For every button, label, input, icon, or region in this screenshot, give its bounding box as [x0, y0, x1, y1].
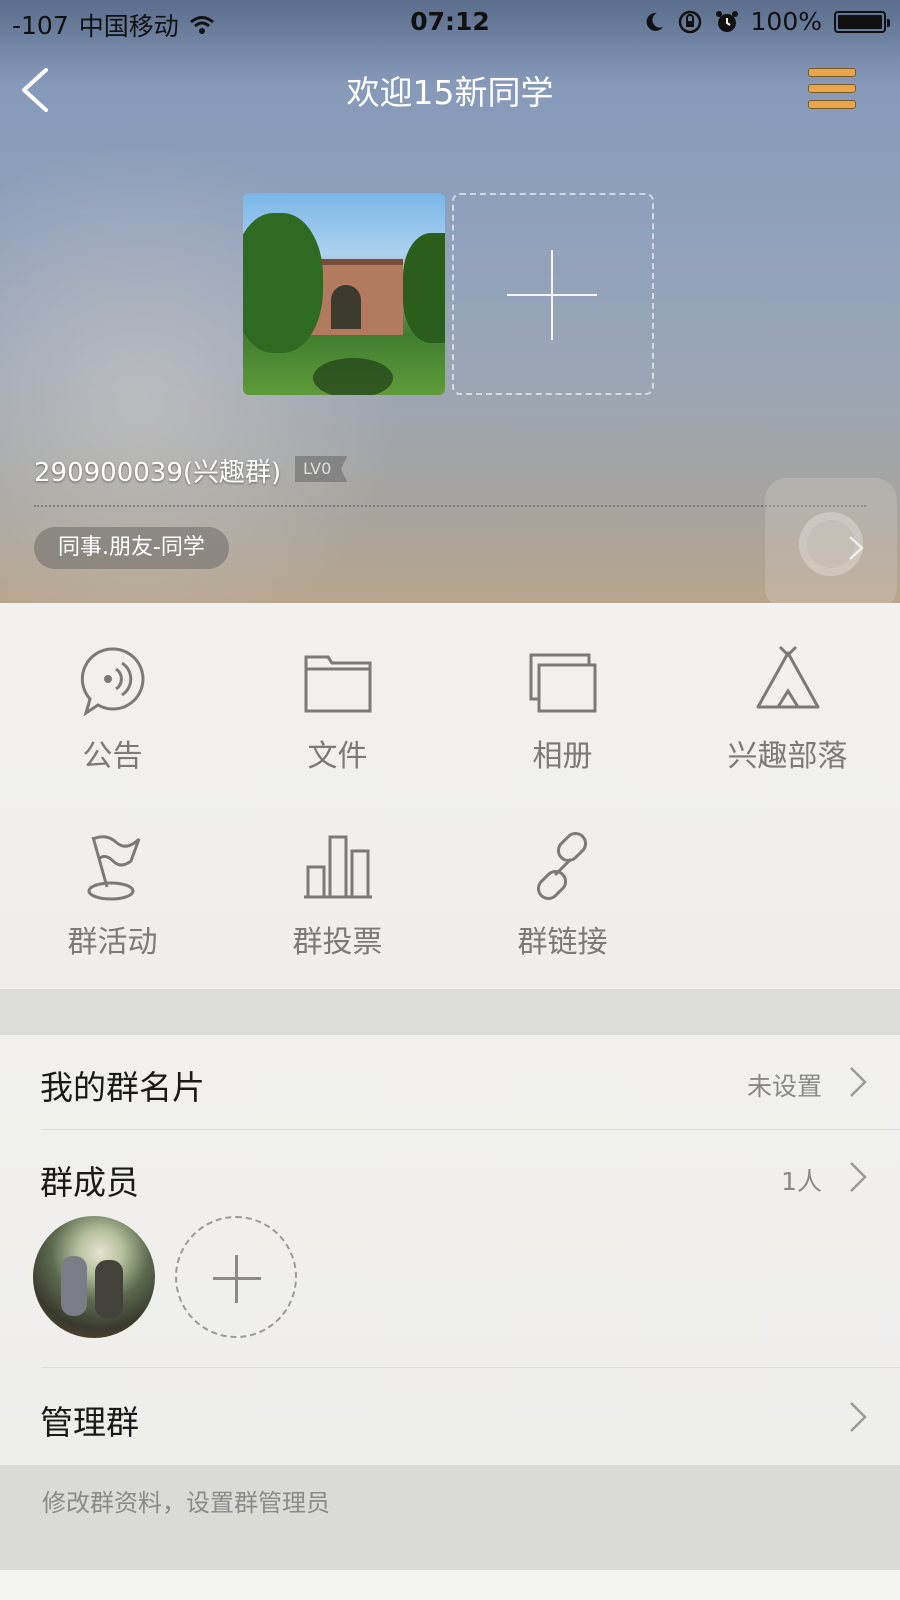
- announcement-icon: [80, 647, 144, 717]
- folder-icon: [304, 655, 371, 713]
- moon-icon: [646, 12, 663, 31]
- menu-icon[interactable]: [808, 68, 856, 114]
- status-bar: -107 中国移动 07:12 100%: [0, 0, 900, 46]
- battery-icon: [834, 10, 890, 33]
- manage-group-row[interactable]: 管理群: [0, 1368, 900, 1465]
- grid-item-activity[interactable]: 群活动: [0, 831, 225, 961]
- album-icon: [529, 653, 596, 713]
- my-card-row[interactable]: 我的群名片 未设置: [0, 1035, 900, 1129]
- section-gap: [0, 989, 900, 1035]
- member-avatar[interactable]: [33, 1216, 155, 1338]
- category-tag[interactable]: 同事.朋友-同学: [34, 527, 229, 569]
- group-id: 290900039(兴趣群): [34, 458, 282, 488]
- my-card-value: 未设置: [746, 1072, 822, 1101]
- add-photo-button[interactable]: [452, 193, 654, 395]
- grid-item-announcement[interactable]: 公告: [0, 645, 225, 775]
- bottom-strip: [0, 1570, 900, 1600]
- assistive-touch-button[interactable]: [765, 478, 897, 603]
- grid-label: 群活动: [67, 925, 158, 960]
- my-card-label: 我的群名片: [40, 1068, 205, 1107]
- link-icon: [536, 831, 587, 901]
- manage-group-label: 管理群: [40, 1403, 139, 1442]
- chevron-right-icon: [850, 1162, 867, 1192]
- dotted-divider: [34, 505, 866, 507]
- bar-chart-icon: [303, 835, 372, 899]
- grid-label: 群投票: [292, 925, 383, 960]
- members-label: 群成员: [40, 1163, 139, 1202]
- grid-label: 相册: [532, 739, 593, 774]
- tent-icon: [756, 645, 819, 709]
- function-grid: 公告 文件 相册 兴趣部落 群活动 群投票 群链接: [0, 603, 900, 989]
- add-member-button[interactable]: [175, 1216, 297, 1338]
- navigation-bar: 欢迎15新同学: [0, 50, 900, 130]
- grid-item-link[interactable]: 群链接: [450, 831, 675, 961]
- grid-item-album[interactable]: 相册: [450, 645, 675, 775]
- grid-item-vote[interactable]: 群投票: [225, 831, 450, 961]
- grid-label: 文件: [307, 739, 368, 774]
- battery-percent: 100%: [750, 7, 822, 36]
- grid-item-interest-tribe[interactable]: 兴趣部落: [675, 645, 900, 775]
- manage-hint-text: 修改群资料，设置群管理员: [42, 1489, 330, 1517]
- chevron-right-icon: [850, 1067, 867, 1097]
- level-badge: LV0: [295, 456, 348, 482]
- flag-icon: [87, 835, 140, 901]
- members-count: 1人: [781, 1167, 822, 1196]
- members-row[interactable]: 群成员 1人: [0, 1130, 900, 1210]
- manage-hint-section: 修改群资料，设置群管理员: [0, 1465, 900, 1570]
- grid-label: 公告: [82, 739, 143, 774]
- chevron-right-icon: [850, 1402, 867, 1432]
- group-header: -107 中国移动 07:12 100% 欢迎15新同学 290900039(兴…: [0, 0, 900, 603]
- grid-label: 群链接: [517, 925, 608, 960]
- group-photo[interactable]: [243, 193, 445, 395]
- grid-item-files[interactable]: 文件: [225, 645, 450, 775]
- page-title: 欢迎15新同学: [346, 73, 554, 112]
- grid-label: 兴趣部落: [727, 739, 848, 774]
- alarm-icon: [715, 10, 738, 32]
- rotation-lock-icon: [678, 10, 701, 33]
